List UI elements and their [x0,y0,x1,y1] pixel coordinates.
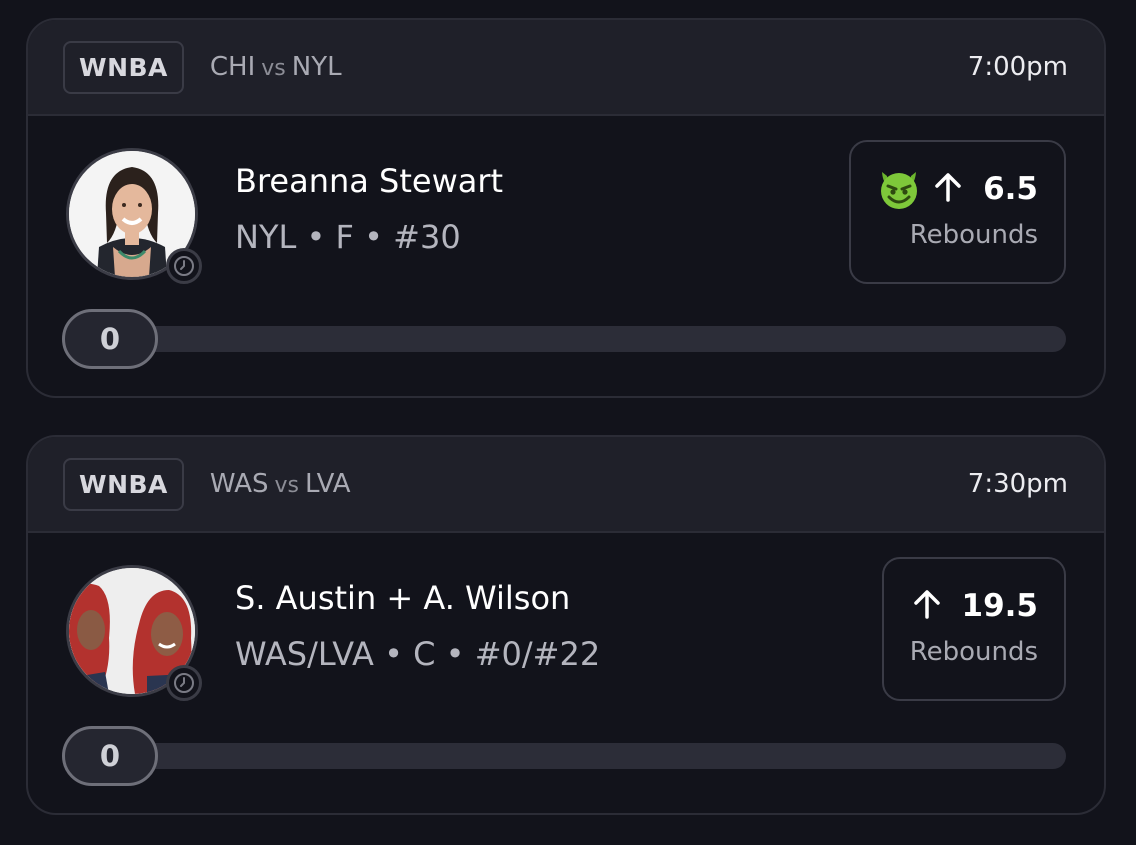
progress-value: 0 [62,309,158,369]
progress-track [62,326,1066,352]
matchup: CHI vs NYL [210,52,342,82]
player-meta: NYL • F • #30 [235,218,461,256]
clock-icon [166,665,202,701]
pick-line-value: 19.5 [961,588,1039,624]
pick-row: 19.5 [910,581,1039,631]
card-header: WNBA WAS vs LVA 7:30pm [28,437,1104,533]
prop-card[interactable]: WNBA WAS vs LVA 7:30pm S. Austin + A. Wi… [26,435,1106,815]
player-avatar [66,148,202,284]
game-time: 7:30pm [967,469,1068,499]
home-team: LVA [304,469,351,499]
player-avatar [66,565,202,701]
player-meta: WAS/LVA • C • #0/#22 [235,635,601,673]
progress-track [62,743,1066,769]
devil-emoji-icon [877,164,921,214]
up-arrow-icon [910,587,944,625]
away-team: CHI [209,52,256,82]
vs-label: vs [274,473,299,498]
league-badge: WNBA [63,40,184,94]
stat-label: Rebounds [909,220,1038,250]
up-arrow-icon [931,170,965,208]
stat-label: Rebounds [909,637,1038,667]
home-team: NYL [291,52,342,82]
card-header: WNBA CHI vs NYL 7:00pm [28,20,1104,116]
progress-value: 0 [62,726,158,786]
vs-label: vs [261,56,286,81]
pick-line-value: 6.5 [983,171,1038,207]
pick-row: 6.5 [877,164,1038,214]
pick-box[interactable]: 19.5 Rebounds [881,557,1066,701]
game-time: 7:00pm [967,52,1068,82]
prop-card[interactable]: WNBA CHI vs NYL 7:00pm Breanna Stewart N… [26,18,1106,398]
league-badge: WNBA [63,457,184,511]
player-name: Breanna Stewart [235,162,504,200]
player-name: S. Austin + A. Wilson [235,579,571,617]
pick-box[interactable]: 6.5 Rebounds [849,140,1066,284]
matchup: WAS vs LVA [210,469,351,499]
clock-icon [166,248,202,284]
away-team: WAS [209,469,269,499]
